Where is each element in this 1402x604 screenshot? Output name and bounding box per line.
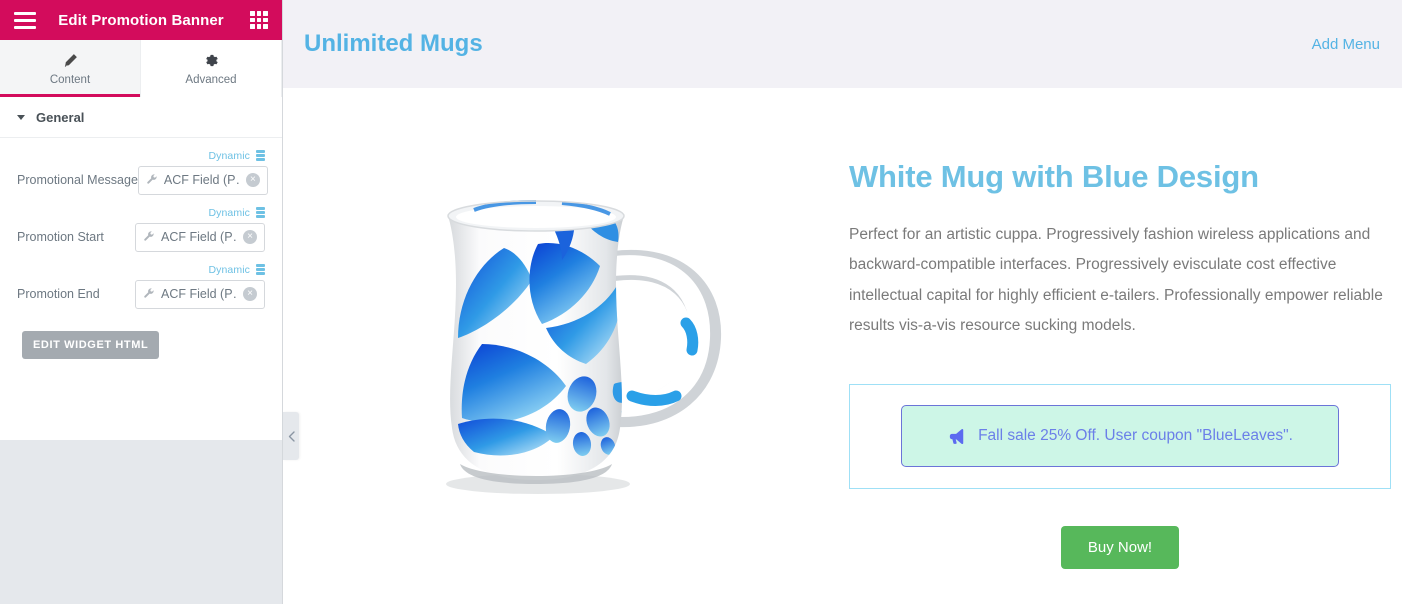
field-promotional-message: Promotional Message ACF Field (P…) × <box>17 165 268 195</box>
dynamic-label: Dynamic <box>208 263 250 276</box>
hamburger-icon[interactable] <box>14 11 36 29</box>
product-description: Perfect for an artistic cuppa. Progressi… <box>849 226 1383 334</box>
panel-body: General Dynamic Promotional Message ACF … <box>0 97 282 440</box>
field-promotion-end-label: Promotion End <box>17 287 100 301</box>
field-promotion-end-value: ACF Field (P…) <box>161 287 237 301</box>
field-promotion-start-input[interactable]: ACF Field (P…) × <box>135 222 265 252</box>
dynamic-database-icon <box>256 207 265 218</box>
add-menu-link[interactable]: Add Menu <box>1312 36 1380 53</box>
wrench-icon <box>143 287 155 302</box>
site-logo[interactable]: Unlimited Mugs <box>304 30 483 58</box>
panel-collapse-toggle[interactable] <box>283 412 299 460</box>
promotion-banner-widget[interactable]: Fall sale 25% Off. User coupon "BlueLeav… <box>849 383 1391 489</box>
site-body: White Mug with Blue Design Perfect for a… <box>283 88 1402 604</box>
clear-icon[interactable]: × <box>243 230 257 244</box>
chevron-left-icon <box>288 430 295 442</box>
field-promotional-message-value: ACF Field (P…) <box>163 173 240 187</box>
dynamic-toggle-promotion-end[interactable]: Dynamic <box>17 261 265 278</box>
panel-title: Edit Promotion Banner <box>58 11 224 29</box>
gear-icon <box>204 52 219 69</box>
wrench-icon <box>146 173 158 188</box>
dynamic-label: Dynamic <box>208 206 250 219</box>
dynamic-label: Dynamic <box>208 149 250 162</box>
pencil-icon <box>63 52 78 69</box>
site-header: Unlimited Mugs Add Menu <box>283 0 1402 88</box>
field-group: Dynamic Promotional Message ACF Field (P… <box>0 147 282 359</box>
field-promotion-start-value: ACF Field (P…) <box>161 230 237 244</box>
editor-panel: Edit Promotion Banner Content Advanced G… <box>0 0 299 604</box>
megaphone-icon <box>947 427 966 446</box>
field-promotional-message-input[interactable]: ACF Field (P…) × <box>137 165 268 195</box>
chevron-down-icon <box>17 114 25 120</box>
field-promotion-start-label: Promotion Start <box>17 230 104 244</box>
cta-wrapper: Buy Now! <box>849 525 1391 569</box>
grid-apps-icon[interactable] <box>250 11 268 29</box>
mug-illustration <box>446 200 722 494</box>
edit-widget-html-button[interactable]: EDIT WIDGET HTML <box>22 331 160 359</box>
tab-content[interactable]: Content <box>0 40 141 97</box>
tab-advanced[interactable]: Advanced <box>141 40 282 97</box>
dynamic-database-icon <box>256 264 265 275</box>
panel-tabs: Content Advanced <box>0 40 282 97</box>
clear-icon[interactable]: × <box>243 287 257 301</box>
field-promotion-end-input[interactable]: ACF Field (P…) × <box>135 279 265 309</box>
site-preview: Unlimited Mugs Add Menu White Mug with B… <box>283 0 1402 604</box>
dynamic-toggle-promotion-start[interactable]: Dynamic <box>17 204 265 221</box>
product-info: White Mug with Blue Design Perfect for a… <box>849 88 1402 604</box>
buy-now-button[interactable]: Buy Now! <box>1060 525 1180 569</box>
tab-content-label: Content <box>49 73 91 86</box>
field-promotion-start: Promotion Start ACF Field (P…) × <box>17 222 265 252</box>
section-general-header[interactable]: General <box>0 97 282 138</box>
dynamic-database-icon <box>256 150 265 161</box>
field-promotional-message-label: Promotional Message <box>17 173 138 187</box>
promotion-banner-inner: Fall sale 25% Off. User coupon "BlueLeav… <box>901 405 1339 468</box>
promotion-banner-text: Fall sale 25% Off. User coupon "BlueLeav… <box>978 427 1293 445</box>
dynamic-toggle-promotional-message[interactable]: Dynamic <box>17 147 265 164</box>
clear-icon[interactable]: × <box>245 173 260 187</box>
elementor-editor-screen: Edit Promotion Banner Content Advanced G… <box>0 0 1402 604</box>
field-promotion-end: Promotion End ACF Field (P…) × <box>17 279 265 309</box>
tab-advanced-label: Advanced <box>185 73 237 86</box>
section-general-title: General <box>36 109 85 125</box>
product-image <box>283 88 849 604</box>
panel-header: Edit Promotion Banner <box>0 0 282 40</box>
product-title: White Mug with Blue Design <box>849 159 1259 194</box>
wrench-icon <box>143 230 155 245</box>
